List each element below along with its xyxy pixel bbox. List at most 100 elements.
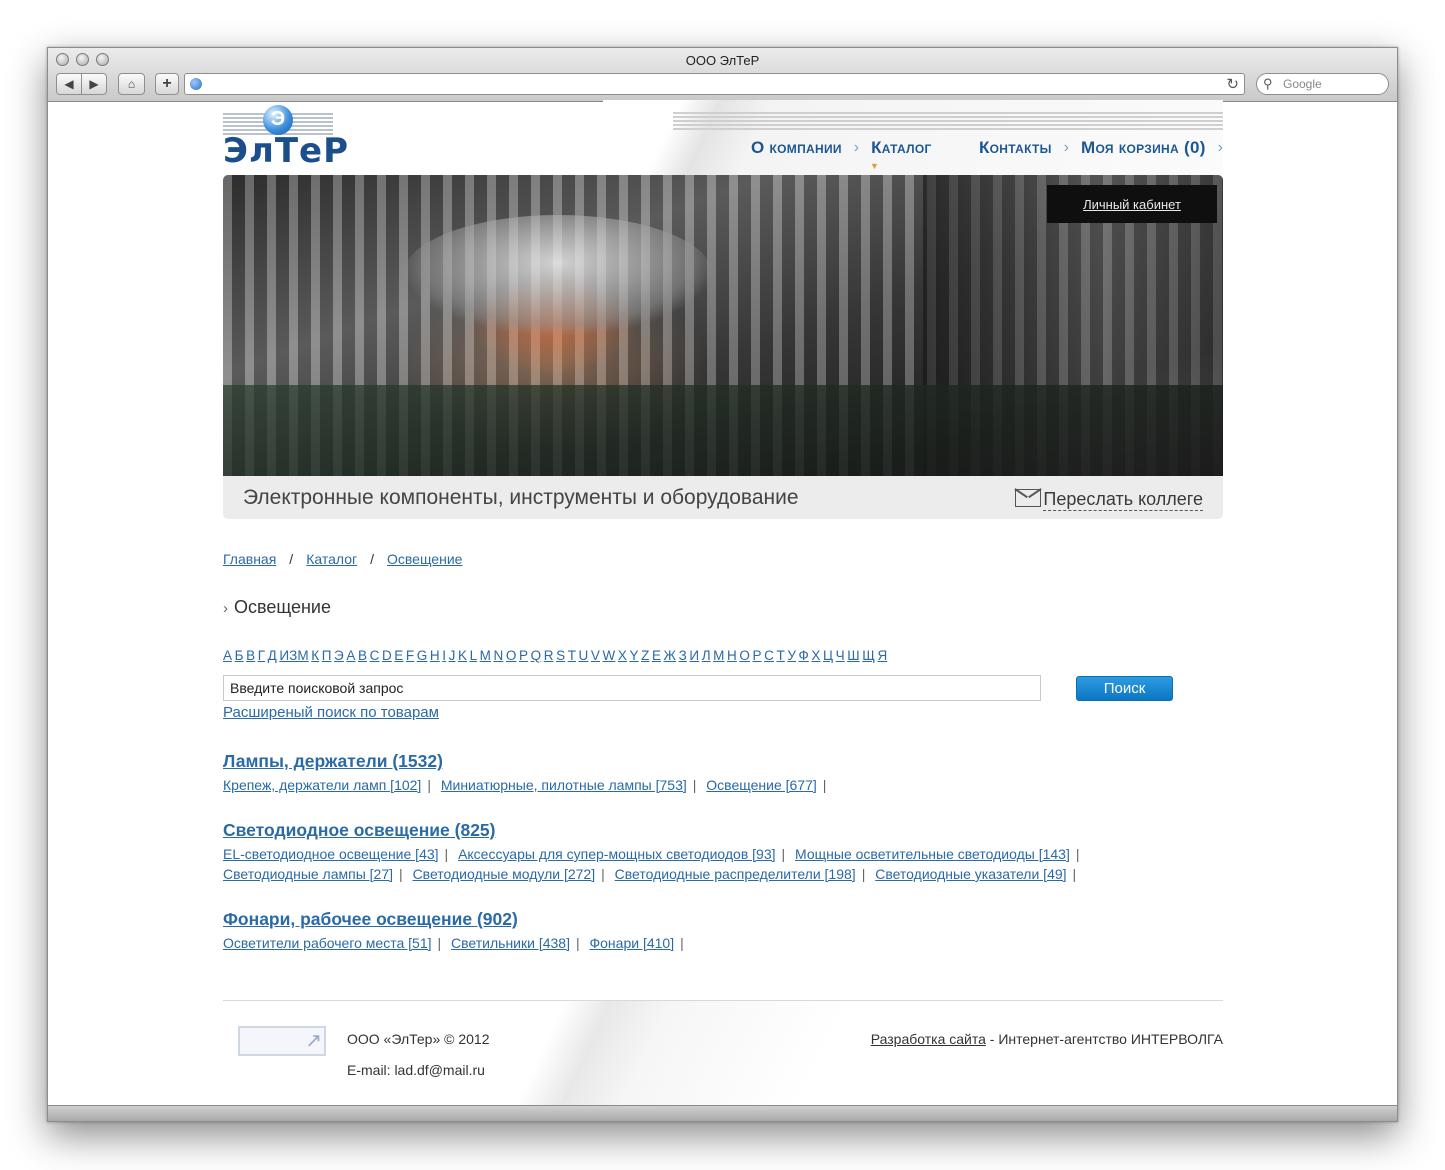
alphabet-letter-link[interactable]: Z <box>641 648 649 663</box>
alphabet-letter-link[interactable]: R <box>544 648 554 663</box>
link-separator: | <box>1072 866 1077 882</box>
category-title-link[interactable]: Светодиодное освещение (825) <box>223 820 495 840</box>
back-button[interactable]: ◀ <box>56 73 82 95</box>
alphabet-letter-link[interactable]: L <box>470 648 478 663</box>
link-separator: | <box>399 866 403 882</box>
developer-link[interactable]: Разработка сайта <box>871 1031 986 1047</box>
alphabet-letter-link[interactable]: Ж <box>664 648 677 663</box>
breadcrumb-home[interactable]: Главная <box>223 551 276 567</box>
breadcrumb-catalog[interactable]: Каталог <box>306 551 357 567</box>
add-bookmark-button[interactable]: + <box>155 73 179 95</box>
alphabet-letter-link[interactable]: Н <box>727 648 737 663</box>
subcategory-link[interactable]: Освещение [677] <box>706 777 816 793</box>
alphabet-letter-link[interactable]: Е <box>652 648 661 663</box>
address-bar[interactable]: ↻ <box>184 73 1245 95</box>
subcategory-link[interactable]: Светодиодные модули [272] <box>413 866 596 882</box>
reload-icon[interactable]: ↻ <box>1226 75 1239 93</box>
browser-search-field[interactable]: ⚲ Google <box>1256 73 1389 95</box>
alphabet-letter-link[interactable]: А <box>223 648 232 663</box>
alphabet-letter-link[interactable]: Я <box>877 648 887 663</box>
alphabet-letter-link[interactable]: В <box>246 648 255 663</box>
alphabet-letter-link[interactable]: Д <box>268 648 277 663</box>
subcategory-link[interactable]: Светодиодные лампы [27] <box>223 866 393 882</box>
alphabet-letter-link[interactable]: ИЗМ <box>279 648 308 663</box>
alphabet-letter-link[interactable]: T <box>568 648 576 663</box>
alphabet-letter-link[interactable]: Q <box>531 648 542 663</box>
forward-button[interactable]: ▶ <box>81 73 107 95</box>
site-logo[interactable]: Э ЭлТеР <box>223 105 348 171</box>
category-title-link[interactable]: Лампы, держатели (1532) <box>223 751 443 771</box>
breadcrumb-separator: / <box>289 551 294 567</box>
alphabet-letter-link[interactable]: М <box>713 648 724 663</box>
personal-cabinet-link[interactable]: Личный кабинет <box>1083 197 1181 212</box>
subcategory-link[interactable]: Крепеж, держатели ламп [102] <box>223 777 421 793</box>
alphabet-letter-link[interactable]: Х <box>811 648 820 663</box>
link-separator: | <box>444 846 449 862</box>
alphabet-letter-link[interactable]: Э <box>334 648 344 663</box>
alphabet-letter-link[interactable]: Р <box>753 648 762 663</box>
slogan-bar: Электронные компоненты, инструменты и об… <box>223 476 1223 519</box>
alphabet-letter-link[interactable]: Т <box>776 648 784 663</box>
advanced-search-link[interactable]: Расширеный поиск по товарам <box>223 704 439 721</box>
alphabet-letter-link[interactable]: К <box>311 648 319 663</box>
alphabet-letter-link[interactable]: W <box>603 648 616 663</box>
alphabet-letter-link[interactable]: N <box>494 648 504 663</box>
home-button[interactable]: ⌂ <box>118 73 145 95</box>
alphabet-letter-link[interactable]: U <box>579 648 589 663</box>
subcategory-link[interactable]: EL-светодиодное освещение [43] <box>223 846 439 862</box>
alphabet-letter-link[interactable]: С <box>764 648 774 663</box>
subcategory-link[interactable]: Осветители рабочего места [51] <box>223 935 432 951</box>
chevron-right-icon: › <box>223 600 228 617</box>
subcategory-link[interactable]: Фонари [410] <box>590 935 675 951</box>
nav-catalog[interactable]: Каталог <box>871 138 932 158</box>
alphabet-letter-link[interactable]: Ф <box>799 648 809 663</box>
alphabet-letter-link[interactable]: P <box>519 648 528 663</box>
alphabet-letter-link[interactable]: E <box>394 648 403 663</box>
alphabet-letter-link[interactable]: K <box>458 648 467 663</box>
forward-to-colleague-link[interactable]: Переслать коллеге <box>1043 489 1203 511</box>
breadcrumb-current[interactable]: Освещение <box>387 551 462 567</box>
alphabet-letter-link[interactable]: Ц <box>823 648 833 663</box>
subcategory-link[interactable]: Миниатюрные, пилотные лампы [753] <box>441 777 687 793</box>
alphabet-letter-link[interactable]: H <box>430 648 440 663</box>
alphabet-letter-link[interactable]: Ш <box>847 648 859 663</box>
subcategory-link[interactable]: Светильники [438] <box>451 935 570 951</box>
nav-about[interactable]: О компании <box>751 138 842 158</box>
alphabet-letter-link[interactable]: F <box>406 648 414 663</box>
category-group: Фонари, рабочее освещение (902) Осветител… <box>223 909 1123 953</box>
subcategory-links: EL-светодиодное освещение [43] | Аксессуа… <box>223 844 1123 884</box>
alphabet-letter-link[interactable]: M <box>480 648 491 663</box>
alphabet-letter-link[interactable]: V <box>591 648 600 663</box>
category-title-link[interactable]: Фонари, рабочее освещение (902) <box>223 909 518 929</box>
alphabet-letter-link[interactable]: О <box>739 648 750 663</box>
nav-cart[interactable]: Моя корзина (0) <box>1081 138 1206 158</box>
mail-icon <box>1015 489 1041 507</box>
alphabet-letter-link[interactable]: В <box>358 648 367 663</box>
alphabet-letter-link[interactable]: Щ <box>862 648 875 663</box>
alphabet-letter-link[interactable]: Г <box>258 648 265 663</box>
alphabet-letter-link[interactable]: И <box>689 648 699 663</box>
alphabet-letter-link[interactable]: А <box>346 648 355 663</box>
alphabet-letter-link[interactable]: S <box>556 648 565 663</box>
alphabet-letter-link[interactable]: I <box>442 648 446 663</box>
subcategory-link[interactable]: Аксессуары для супер-мощных светодиодов … <box>458 846 775 862</box>
search-button[interactable]: Поиск <box>1076 676 1173 701</box>
alphabet-letter-link[interactable]: Л <box>702 648 711 663</box>
alphabet-letter-link[interactable]: G <box>417 648 428 663</box>
alphabet-letter-link[interactable]: Ч <box>836 648 845 663</box>
alphabet-letter-link[interactable]: O <box>506 648 517 663</box>
subcategory-link[interactable]: Светодиодные распределители [198] <box>615 866 856 882</box>
subcategory-link[interactable]: Светодиодные указатели [49] <box>875 866 1066 882</box>
alphabet-letter-link[interactable]: J <box>449 648 456 663</box>
alphabet-letter-link[interactable]: П <box>322 648 332 663</box>
catalog-search-input[interactable] <box>223 675 1041 701</box>
alphabet-letter-link[interactable]: X <box>618 648 627 663</box>
alphabet-letter-link[interactable]: Y <box>629 648 638 663</box>
nav-contacts[interactable]: Контакты <box>979 138 1052 158</box>
alphabet-letter-link[interactable]: С <box>370 648 380 663</box>
alphabet-letter-link[interactable]: З <box>679 648 687 663</box>
subcategory-link[interactable]: Мощные осветительные светодиоды [143] <box>795 846 1070 862</box>
alphabet-letter-link[interactable]: У <box>787 648 796 663</box>
alphabet-letter-link[interactable]: D <box>382 648 392 663</box>
alphabet-letter-link[interactable]: Б <box>235 648 244 663</box>
